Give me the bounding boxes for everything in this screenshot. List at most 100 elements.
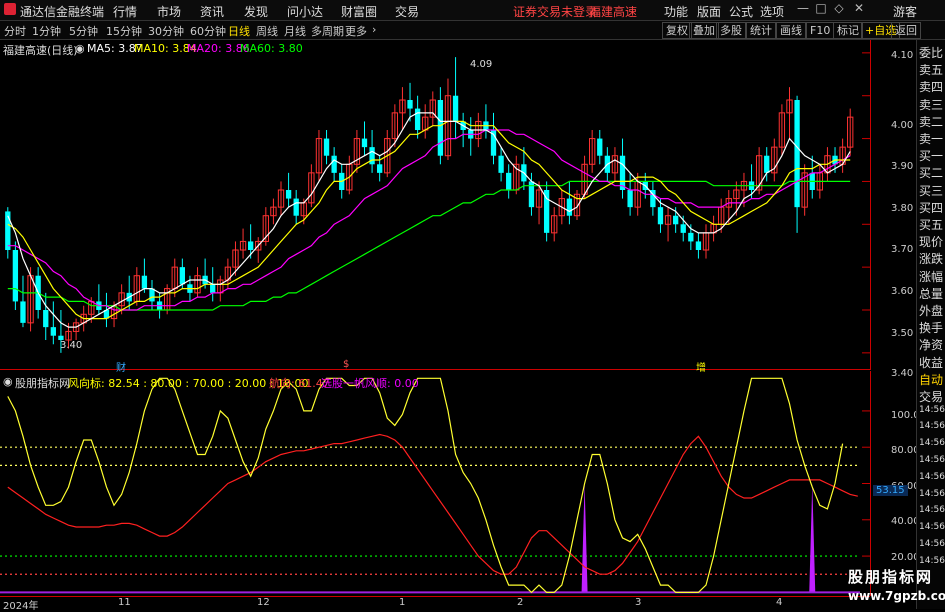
close-icon[interactable]: ✕: [851, 1, 867, 17]
candle[interactable]: [702, 224, 710, 259]
candle[interactable]: [597, 130, 603, 165]
more-chevron-icon[interactable]: ›: [372, 23, 376, 36]
candle[interactable]: [285, 172, 292, 208]
menu-quotes[interactable]: 行情: [113, 3, 137, 20]
candle[interactable]: [399, 87, 406, 130]
candle[interactable]: [566, 181, 573, 225]
candle[interactable]: [247, 224, 254, 259]
candle[interactable]: [194, 267, 201, 298]
candle[interactable]: [611, 147, 619, 182]
menu-ask[interactable]: 问小达: [287, 3, 323, 20]
candle[interactable]: [664, 207, 672, 242]
candle[interactable]: [361, 121, 368, 156]
side-tab[interactable]: 14:56: [919, 539, 945, 549]
candle[interactable]: [384, 130, 391, 178]
candle[interactable]: [422, 104, 429, 139]
btn-huaxian[interactable]: 画线: [776, 22, 806, 39]
side-tab[interactable]: 自动: [919, 371, 943, 388]
candle[interactable]: [543, 181, 550, 242]
side-tab[interactable]: 买三: [919, 182, 943, 199]
candle[interactable]: [452, 57, 459, 139]
side-tab[interactable]: 涨跌: [919, 250, 943, 267]
btn-tongji[interactable]: 统计: [746, 22, 776, 39]
side-tab[interactable]: 收益: [919, 354, 943, 371]
candle[interactable]: [277, 181, 285, 216]
side-tab[interactable]: 买一: [919, 147, 943, 164]
side-tab[interactable]: 卖二: [919, 113, 943, 130]
candle[interactable]: [619, 138, 626, 199]
period-multi[interactable]: 多周期: [311, 23, 344, 39]
side-tab[interactable]: 换手: [919, 319, 943, 336]
kline-panel[interactable]: 福建高速(日线) ◉ MA5: 3.87 MA10: 3.84 MA20: 3.…: [0, 40, 870, 374]
side-tab[interactable]: 14:56: [919, 455, 945, 465]
side-tab[interactable]: 卖五: [919, 61, 943, 78]
side-tab[interactable]: 卖三: [919, 96, 943, 113]
candle[interactable]: [12, 241, 19, 310]
candle[interactable]: [255, 237, 262, 263]
candle[interactable]: [239, 228, 247, 259]
side-tab[interactable]: 买二: [919, 164, 943, 181]
candle[interactable]: [847, 108, 854, 156]
side-tab[interactable]: 外盘: [919, 302, 943, 319]
period-more[interactable]: 更多: [345, 23, 367, 39]
side-tab[interactable]: 涨幅: [919, 268, 943, 285]
candle[interactable]: [483, 104, 489, 139]
candle[interactable]: [50, 301, 56, 345]
indicator-panel[interactable]: ◉ 股朋指标网 风向标: 82.54 : 80.00 : 70.00 : 20.…: [0, 371, 870, 596]
candle[interactable]: [551, 207, 558, 242]
candle[interactable]: [468, 117, 474, 156]
side-tab[interactable]: 交易: [919, 388, 943, 405]
candle[interactable]: [72, 318, 80, 340]
candle[interactable]: [460, 112, 466, 148]
candle[interactable]: [323, 130, 330, 165]
candle[interactable]: [444, 78, 452, 160]
period-30min[interactable]: 30分钟: [148, 23, 184, 39]
candle[interactable]: [270, 198, 277, 225]
side-tab[interactable]: 14:56: [919, 405, 945, 415]
candle[interactable]: [771, 138, 778, 182]
side-tab[interactable]: 总量: [919, 285, 943, 302]
candle[interactable]: [794, 95, 800, 233]
login-notice[interactable]: 证券交易未登录: [513, 3, 597, 20]
side-tab[interactable]: 买四: [919, 199, 943, 216]
event-mark-dollar[interactable]: $: [343, 359, 349, 370]
candle[interactable]: [308, 164, 315, 208]
candle[interactable]: [293, 190, 299, 225]
candle[interactable]: [695, 232, 702, 259]
side-tab[interactable]: 14:56: [919, 421, 945, 431]
restore-icon[interactable]: ◇: [831, 1, 847, 17]
candle[interactable]: [498, 147, 504, 182]
btn-duogu[interactable]: 多股: [716, 22, 746, 39]
menu-formula[interactable]: 公式: [729, 3, 753, 20]
candle[interactable]: [315, 130, 323, 182]
minimize-icon[interactable]: —: [795, 1, 811, 17]
candle[interactable]: [589, 130, 596, 173]
candle[interactable]: [414, 95, 421, 139]
candle[interactable]: [650, 181, 656, 216]
side-tab[interactable]: 委比: [919, 44, 943, 61]
candle[interactable]: [786, 87, 793, 139]
period-5min[interactable]: 5分钟: [69, 23, 98, 39]
side-tab[interactable]: 净资: [919, 336, 943, 353]
ma-settings-icon[interactable]: ◉: [75, 42, 85, 55]
candle[interactable]: [133, 267, 140, 306]
candle[interactable]: [43, 292, 49, 340]
menu-function[interactable]: 功能: [664, 3, 688, 20]
indicator-chart[interactable]: [0, 371, 870, 596]
candle[interactable]: [809, 155, 815, 199]
side-tab[interactable]: 买五: [919, 216, 943, 233]
side-tab[interactable]: 14:56: [919, 522, 945, 532]
candle[interactable]: [627, 172, 633, 216]
candle[interactable]: [96, 284, 102, 315]
kline-chart[interactable]: [0, 40, 870, 370]
side-tab[interactable]: 14:56: [919, 438, 945, 448]
candle[interactable]: [429, 91, 436, 126]
candle[interactable]: [353, 130, 361, 173]
side-tab[interactable]: 卖四: [919, 78, 943, 95]
side-tab[interactable]: 14:56: [919, 489, 945, 499]
btn-f10[interactable]: F10: [806, 22, 835, 39]
candle[interactable]: [778, 104, 786, 156]
side-tab[interactable]: 14:56: [919, 505, 945, 515]
candle[interactable]: [5, 207, 11, 259]
btn-biaoji[interactable]: 标记: [833, 22, 863, 39]
